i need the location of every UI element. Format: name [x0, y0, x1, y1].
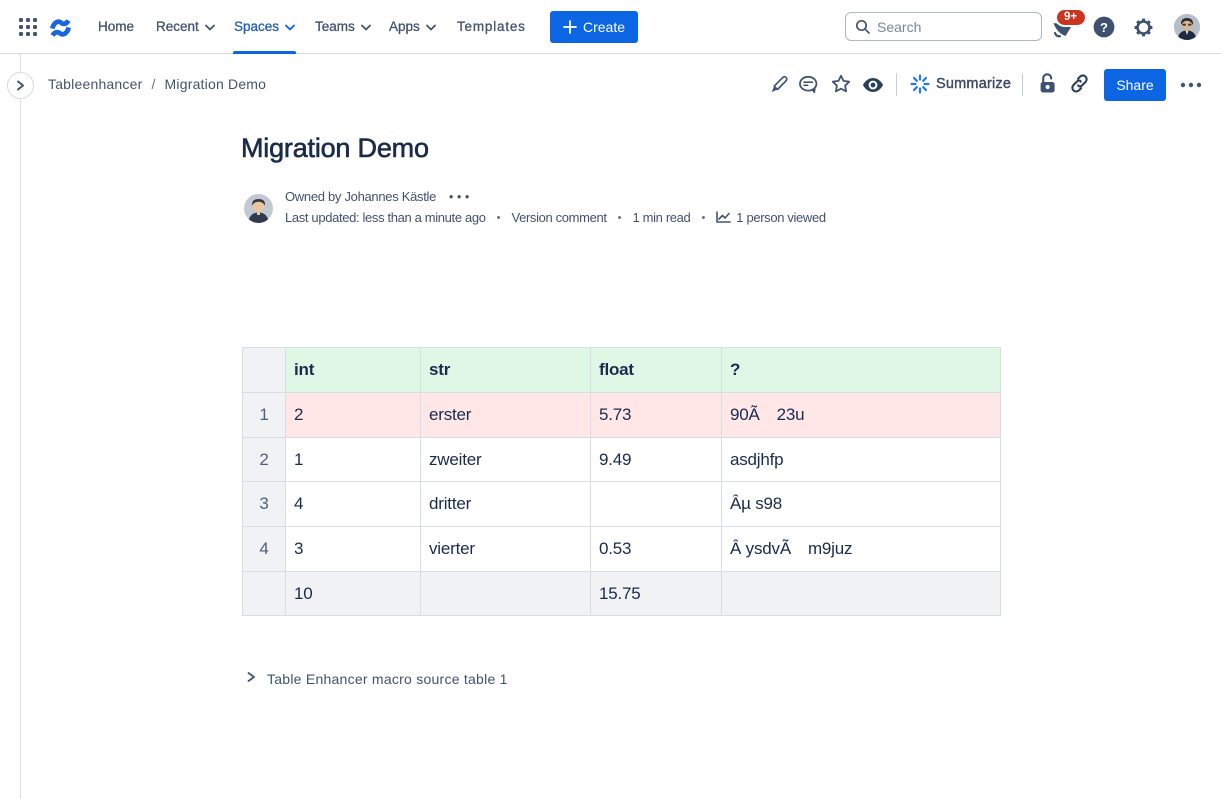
svg-text:?: ?	[1100, 20, 1108, 35]
